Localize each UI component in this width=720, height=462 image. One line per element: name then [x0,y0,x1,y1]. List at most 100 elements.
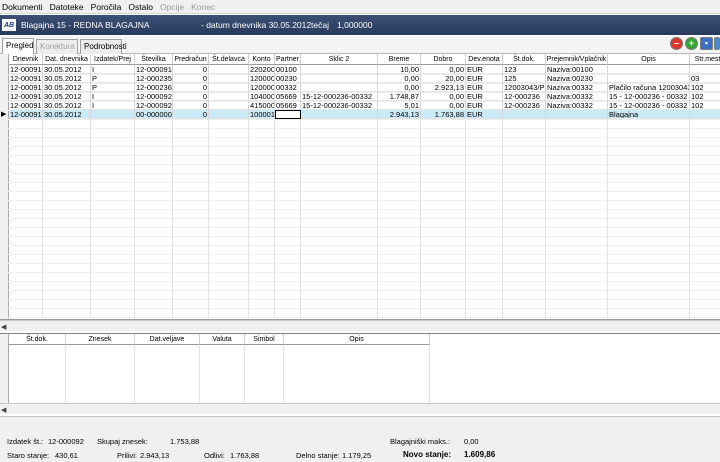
table-cell[interactable]: 0,00 [378,83,421,92]
table-cell[interactable]: EUR [466,101,503,110]
column-header[interactable]: Dev.enota [466,54,503,65]
table-cell[interactable]: EUR [466,83,503,92]
table-cell[interactable]: 120000 [249,74,275,83]
table-cell[interactable]: EUR [466,110,503,119]
table-cell[interactable]: 0 [173,74,209,83]
table-cell[interactable]: 12-000092 [135,92,173,101]
table-cell[interactable]: 102 [690,83,720,92]
table-cell[interactable]: 30.05.2012 [43,92,91,101]
table-cell[interactable]: 12-00091 [9,83,43,92]
table-cell[interactable] [546,110,608,119]
table-cell[interactable] [690,65,720,74]
table-cell[interactable]: 0,00 [421,101,466,110]
table-cell[interactable]: 05669 [275,101,301,110]
column-header[interactable]: Partner [275,54,301,65]
table-cell[interactable] [301,74,378,83]
table-cell[interactable]: Naziva:00100 [546,65,608,74]
table-cell[interactable]: 12-00091 [9,101,43,110]
column-header[interactable]: Številka [135,54,173,65]
detail-column-header[interactable]: Opis [284,334,430,345]
table-cell[interactable]: 220200 [249,65,275,74]
table-cell[interactable]: 0 [173,83,209,92]
table-cell[interactable] [608,65,690,74]
table-cell[interactable]: 12-000092 [135,101,173,110]
table-cell[interactable]: 0,00 [421,92,466,101]
table-cell[interactable]: Naziva:00332 [546,83,608,92]
table-cell[interactable]: 12-00091 [9,92,43,101]
table-cell[interactable]: 0 [173,92,209,101]
table-cell[interactable]: 12-00091 [9,65,43,74]
table-cell[interactable]: 100001 [249,110,275,119]
table-cell[interactable]: 00100 [275,65,301,74]
table-cell[interactable]: 05669 [275,92,301,101]
table-cell[interactable]: 00-000000 [135,110,173,119]
table-cell[interactable]: 415000 [249,101,275,110]
table-cell[interactable]: 30.05.2012 [43,110,91,119]
column-header[interactable]: Dat. dnevnika [43,54,91,65]
table-cell[interactable]: P [91,74,135,83]
table-cell[interactable]: 1.763,88 [421,110,466,119]
column-header[interactable]: Breme [378,54,421,65]
table-cell[interactable]: 12-00091 [9,110,43,119]
add-icon[interactable]: + [685,37,698,50]
table-cell[interactable]: 15-12-000236-00332 [301,92,378,101]
menu-item-3[interactable]: Ostalo [128,2,153,12]
table-cell[interactable]: EUR [466,74,503,83]
table-cell[interactable] [209,92,249,101]
table-cell[interactable]: 20,00 [421,74,466,83]
table-cell[interactable]: 12-000236 [135,83,173,92]
table-cell[interactable]: Naziva:00332 [546,92,608,101]
table-cell[interactable]: EUR [466,92,503,101]
column-header[interactable]: Konto [249,54,275,65]
table-cell[interactable]: I [91,92,135,101]
table-cell[interactable]: I [91,65,135,74]
detail-grid-hscrollbar[interactable]: ◀ [0,403,720,414]
column-header[interactable]: Št.delavca [209,54,249,65]
table-cell[interactable] [301,65,378,74]
tab-pregled[interactable]: Pregled [2,38,34,54]
table-cell[interactable] [91,110,135,119]
menu-item-2[interactable]: Poročila [91,2,122,12]
table-cell[interactable]: 0 [173,101,209,110]
column-header[interactable]: Dobro [421,54,466,65]
table-cell[interactable]: I [91,101,135,110]
menu-item-4[interactable]: Opcije [160,2,184,12]
table-cell[interactable]: 123 [503,65,546,74]
table-cell[interactable]: 120000 [249,83,275,92]
table-cell[interactable]: 104000 [249,92,275,101]
table-cell[interactable]: 30.05.2012 [43,101,91,110]
table-cell[interactable] [209,110,249,119]
tab-podrobnosti[interactable]: Podrobnosti [80,39,127,54]
menu-item-5[interactable]: Konec [191,2,215,12]
table-cell[interactable]: 03 [690,74,720,83]
table-cell[interactable]: 0,00 [421,65,466,74]
menu-item-1[interactable]: Datoteke [50,2,84,12]
table-cell[interactable]: 00332 [275,83,301,92]
detail-column-header[interactable]: Valuta [200,334,245,345]
table-cell[interactable]: 15 - 12-000236 - 00332 [608,101,690,110]
column-header[interactable]: Sklic 2 [301,54,378,65]
table-cell[interactable] [209,101,249,110]
table-cell[interactable]: 2.923,13 [421,83,466,92]
tab-korektura[interactable]: Korektura [36,39,78,54]
detail-column-header[interactable]: Dat.veljave [135,334,200,345]
table-cell[interactable] [275,110,301,119]
table-cell[interactable]: Naziva:00230 [546,74,608,83]
table-cell[interactable] [301,110,378,119]
detail-column-header[interactable]: Št.dok. [9,334,66,345]
table-cell[interactable]: 30.05.2012 [43,83,91,92]
scroll-left-icon[interactable]: ◀ [1,323,6,331]
scroll-left-icon[interactable]: ◀ [1,406,6,414]
table-cell[interactable]: 12-000235 [135,74,173,83]
table-cell[interactable]: 0 [173,65,209,74]
table-cell[interactable]: Plačilo računa 12003043 [608,83,690,92]
table-cell[interactable] [209,74,249,83]
menu-item-0[interactable]: Dokumenti [2,2,43,12]
column-header[interactable]: Str.mesto [690,54,720,65]
table-cell[interactable]: 102 [690,101,720,110]
table-cell[interactable]: 10,00 [378,65,421,74]
table-cell[interactable] [503,110,546,119]
save-icon[interactable]: ▪ [700,37,713,50]
table-cell[interactable]: 12-000236 [503,101,546,110]
table-cell[interactable]: 102 [690,92,720,101]
